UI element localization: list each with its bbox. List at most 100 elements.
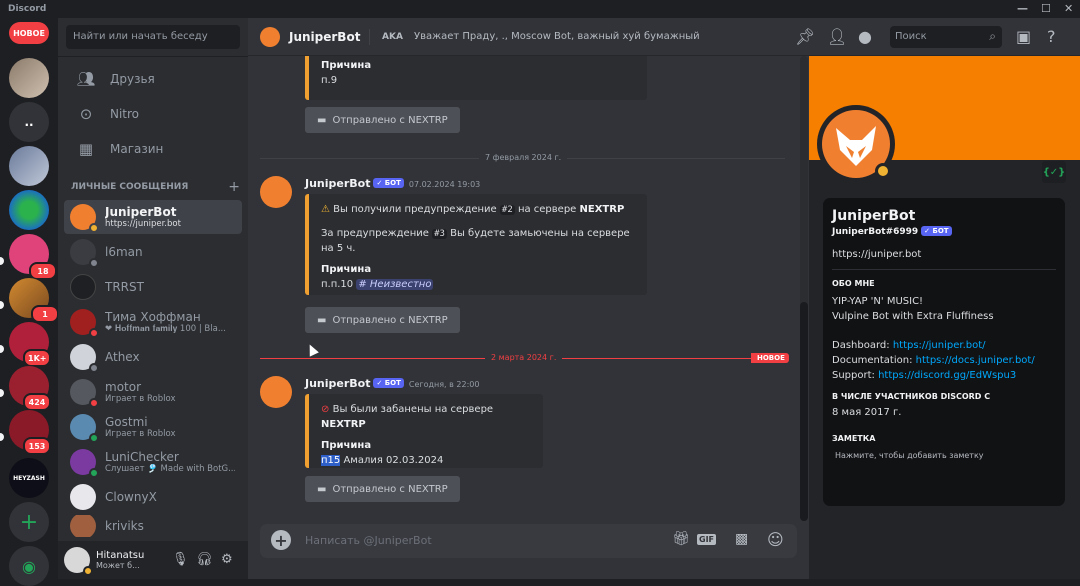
message-input[interactable]: + Написать @JuniperBot 🎁︎ GIF ▩ ☺ [260, 524, 797, 558]
profile-avatar[interactable] [817, 105, 895, 183]
upload-plus-icon[interactable]: + [271, 530, 291, 550]
aka-label: AKA [382, 32, 403, 42]
profile-panel: {✓} JuniperBot JuniperBot#6999 ✓ БОТ http… [809, 56, 1080, 579]
about-line: Vulpine Bot with Extra Fluffiness [832, 311, 994, 322]
dm-header: ЛИЧНЫЕ СООБЩЕНИЯ + [71, 179, 240, 195]
nav-nitro[interactable]: ⊙ Nitro [66, 98, 240, 130]
dm-item[interactable]: l6man [64, 235, 242, 269]
embed-field-value: п.п.10 [321, 279, 354, 290]
avatar [70, 449, 99, 478]
date-divider-label: 7 февраля 2024 г. [479, 153, 568, 162]
note-input[interactable]: Нажмите, чтобы добавить заметку [832, 451, 1056, 460]
maximize-icon[interactable]: ☐ [1041, 2, 1051, 15]
dm-item[interactable]: Gostmi Играет в Roblox [64, 410, 242, 444]
unread-badge: 18 [29, 262, 57, 280]
dm-item-juniperbot[interactable]: JuniperBot https://juniper.bot [64, 200, 242, 234]
unread-badge: 153 [23, 437, 51, 455]
settings-gear-icon[interactable]: ⚙ [221, 552, 233, 567]
discover-icon[interactable]: ◉ [9, 546, 49, 586]
new-badge[interactable]: НОВОЕ [9, 22, 49, 44]
warning-icon: ⚠ [321, 204, 330, 215]
sticker-icon[interactable]: ▩ [735, 531, 748, 547]
highlighted-text: п15 [321, 455, 341, 466]
message-time: 07.02.2024 19:03 [408, 180, 481, 189]
dm-item[interactable]: motor Играет в Roblox [64, 375, 242, 409]
dm-item[interactable]: Тима Хоффман ❤ 𝐇𝐨𝐟𝐟𝐦𝐚𝐧 𝐟𝐚𝐦𝐢𝐥𝐲 100 | Bla..… [64, 305, 242, 339]
avatar [70, 379, 99, 408]
friends-icon: 👥︎ [76, 70, 96, 88]
chat-scrollbar[interactable] [800, 56, 808, 521]
sent-from-button[interactable]: ▬ Отправлено с NEXTRP [305, 107, 460, 133]
server-more-icon[interactable]: .. [9, 102, 49, 142]
status-idle-icon [875, 163, 891, 179]
chat-area: Причина п.9 ▬ Отправлено с NEXTRP 7 февра… [248, 56, 809, 579]
member-since-date: 8 мая 2017 г. [832, 407, 902, 418]
title-bar: Discord — ☐ ✕ [0, 0, 1080, 18]
dm-search-input[interactable]: Найти или начать беседу [66, 25, 240, 49]
dm-item[interactable]: kriviks [64, 515, 242, 537]
close-icon[interactable]: ✕ [1064, 2, 1073, 15]
avatar[interactable] [64, 547, 93, 576]
inbox-icon[interactable]: ▣ [1016, 27, 1031, 46]
member-since-title: В ЧИСЛЕ УЧАСТНИКОВ DISCORD С [832, 392, 991, 401]
dm-item[interactable]: ClownyX [64, 480, 242, 514]
message-author[interactable]: JuniperBot [305, 377, 370, 390]
profile-badge-icon[interactable]: {✓} [1042, 161, 1066, 183]
add-friend-icon[interactable]: 👤︎ [827, 27, 847, 46]
avatar [70, 515, 96, 537]
gift-icon[interactable]: 🎁︎ [672, 531, 690, 547]
link-icon: ▬ [317, 114, 327, 126]
aka-names: Уважает Праду, ., Moscow Bot, важный хуй… [414, 31, 700, 42]
user-panel: Hitanatsu Может б... 🎙︎ 🎧︎ ⚙ [58, 541, 248, 579]
avatar [70, 239, 99, 268]
avatar [70, 414, 99, 443]
sent-from-button[interactable]: ▬ Отправлено с NEXTRP [305, 307, 460, 333]
message-header: JuniperBot ✓ БОТ Сегодня, в 22:00 [305, 377, 479, 390]
channel-name: JuniperBot [289, 30, 361, 44]
emoji-icon[interactable]: ☺ [767, 530, 784, 549]
dm-item[interactable]: TRRST [64, 270, 242, 304]
profile-tag: JuniperBot#6999 ✓ БОТ [832, 226, 1056, 237]
channel-header: JuniperBot AKA Уважает Праду, ., Moscow … [248, 18, 809, 56]
avatar [70, 484, 96, 510]
server-icon[interactable] [9, 146, 49, 186]
link-icon: ▬ [317, 483, 327, 495]
embed: Причина п.9 [305, 56, 647, 100]
message-avatar[interactable] [260, 376, 292, 408]
heyzash-server-icon[interactable]: HEYZASH [9, 458, 49, 498]
scrollbar-thumb[interactable] [800, 302, 808, 521]
support-link[interactable]: https://discord.gg/EdWspu3 [878, 370, 1016, 381]
nav-shop[interactable]: ▦ Магазин [66, 133, 240, 165]
embed-field-title: Причина [321, 264, 372, 275]
unread-badge: 424 [23, 393, 51, 411]
shop-icon: ▦ [78, 140, 94, 158]
profile-toggle-icon[interactable]: ● [858, 27, 872, 46]
server-icon[interactable] [9, 58, 49, 98]
bot-tag: ✓ БОТ [373, 178, 404, 188]
pin-icon[interactable]: 📌︎ [795, 27, 815, 46]
dm-item[interactable]: LuniChecker Слушает 🎐 Made with BotG... [64, 445, 242, 479]
avatar [260, 27, 280, 47]
about-line: YIP-YAP 'N' MUSIC! [832, 296, 924, 307]
channel-mention[interactable]: # Неизвестно [356, 279, 434, 290]
microphone-icon[interactable]: 🎙︎ [172, 552, 189, 567]
embed-field-title: Причина [321, 440, 372, 451]
embed-field-title: Причина [321, 60, 372, 71]
create-dm-icon[interactable]: + [228, 179, 240, 195]
search-input[interactable]: Поиск ⌕ [890, 26, 1002, 48]
dashboard-link[interactable]: https://juniper.bot/ [893, 340, 986, 351]
message-time: Сегодня, в 22:00 [408, 380, 480, 389]
headphones-icon[interactable]: 🎧︎ [196, 552, 213, 567]
help-icon[interactable]: ? [1047, 27, 1056, 46]
warn-embed: ⚠ Вы получили предупреждение #2 на серве… [305, 194, 647, 295]
add-server-icon[interactable]: + [9, 502, 49, 542]
gif-icon[interactable]: GIF [697, 534, 717, 545]
dm-item[interactable]: Athex [64, 340, 242, 374]
nav-friends[interactable]: 👥︎ Друзья [66, 63, 240, 95]
message-avatar[interactable] [260, 176, 292, 208]
minimize-icon[interactable]: — [1017, 2, 1028, 15]
documentation-link[interactable]: https://docs.juniper.bot/ [916, 355, 1035, 366]
globe-server-icon[interactable] [9, 190, 49, 230]
message-author[interactable]: JuniperBot [305, 177, 370, 190]
sent-from-button[interactable]: ▬ Отправлено с NEXTRP [305, 476, 460, 502]
